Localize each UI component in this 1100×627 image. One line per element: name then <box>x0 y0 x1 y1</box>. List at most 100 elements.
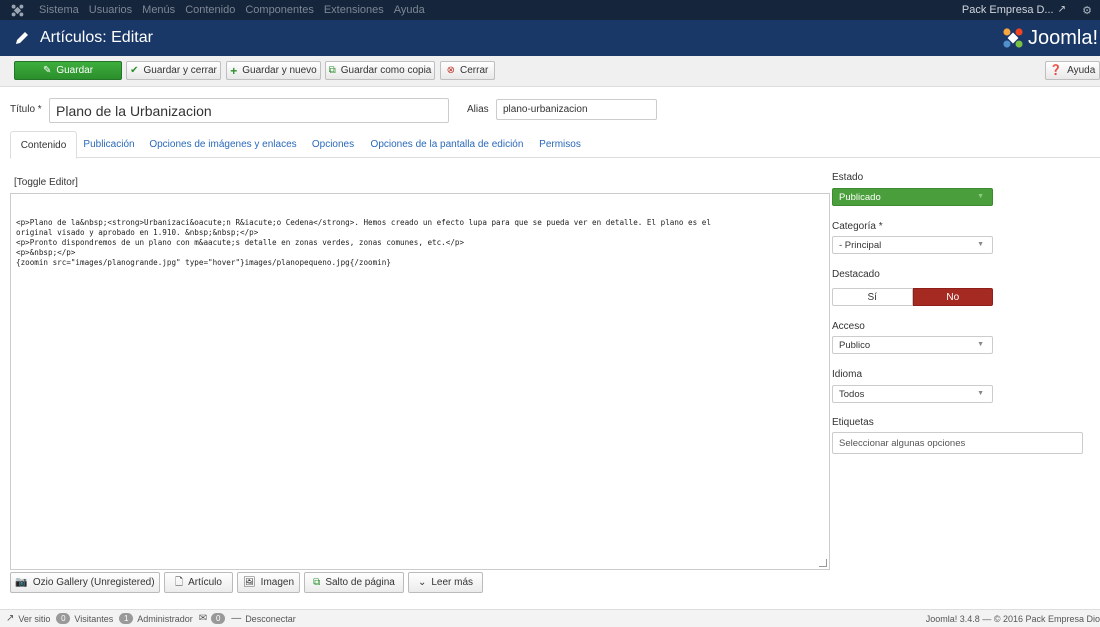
envelope-icon: ✉ <box>198 612 208 624</box>
logout-link[interactable]: — Desconectar <box>231 612 296 624</box>
site-name: Pack Empresa D... <box>961 4 1054 16</box>
view-site-label: Ver sitio <box>18 613 51 624</box>
cancel-icon: ⊗ <box>446 64 456 76</box>
chevron-down-icon: ▼ <box>977 341 984 348</box>
visitors-indicator: 0 Visitantes <box>56 613 113 624</box>
insert-image-button[interactable]: 🖼 Imagen <box>237 572 300 593</box>
image-label: Imagen <box>260 577 295 588</box>
tags-label: Etiquetas <box>832 417 874 428</box>
state-value: Publicado <box>839 191 881 203</box>
chevron-down-icon: ▼ <box>977 241 984 248</box>
resize-handle[interactable] <box>819 559 827 567</box>
page-break-button[interactable]: ⧉ Salto de página <box>304 572 404 593</box>
featured-no-button[interactable]: No <box>912 288 993 306</box>
status-bar: ↗ Ver sitio 0 Visitantes 1 Administrador… <box>0 609 1100 627</box>
tab-permisos[interactable]: Permisos <box>535 131 585 158</box>
save-close-button[interactable]: ✔ Guardar y cerrar <box>126 61 221 80</box>
messages-indicator[interactable]: ✉ 0 <box>198 612 226 624</box>
joomla-logo-icon[interactable] <box>0 0 34 20</box>
toggle-editor-link[interactable]: [Toggle Editor] <box>14 177 78 188</box>
tab-imagenes-enlaces[interactable]: Opciones de imágenes y enlaces <box>148 131 298 158</box>
ozio-gallery-button[interactable]: 📷 Ozio Gallery (Unregistered) <box>10 572 160 593</box>
joomla-brand-logo: Joomla! <box>1002 20 1100 56</box>
article-label: Artículo <box>188 577 222 588</box>
plus-icon: + <box>230 63 238 78</box>
tab-contenido[interactable]: Contenido <box>10 131 77 159</box>
camera-icon: 📷 <box>15 576 28 588</box>
save-new-label: Guardar y nuevo <box>242 65 317 76</box>
joomla-brand-icon <box>1003 28 1023 48</box>
admin-label: Administrador <box>137 613 193 624</box>
tab-publicacion[interactable]: Publicación <box>78 131 140 158</box>
check-icon: ✔ <box>130 64 139 76</box>
edit-icon: ✎ <box>42 64 52 76</box>
access-select[interactable]: Publico ▼ <box>832 336 993 354</box>
help-button[interactable]: ❓ Ayuda <box>1045 61 1100 80</box>
footer-copyright: Joomla! 3.4.8 — © 2016 Pack Empresa Dio <box>925 614 1100 624</box>
insert-article-button[interactable]: 🗋 Artículo <box>164 572 233 593</box>
copy-icon: ⧉ <box>313 576 321 588</box>
menu-sistema[interactable]: Sistema <box>34 0 84 20</box>
admin-menu-bar: Sistema Usuarios Menús Contenido Compone… <box>0 0 1100 20</box>
save-copy-button[interactable]: ⧉ Guardar como copia <box>325 61 435 80</box>
language-value: Todos <box>839 388 865 400</box>
menu-extensiones[interactable]: Extensiones <box>319 0 389 20</box>
main-menu: Sistema Usuarios Menús Contenido Compone… <box>34 0 430 20</box>
page-header: Artículos: Editar Joomla! <box>0 20 1100 56</box>
alias-input[interactable]: plano-urbanizacion <box>496 99 657 120</box>
tab-opciones[interactable]: Opciones <box>308 131 358 158</box>
close-label: Cerrar <box>460 65 489 76</box>
menu-ayuda[interactable]: Ayuda <box>389 0 430 20</box>
tags-input[interactable]: Seleccionar algunas opciones <box>832 432 1083 454</box>
save-button[interactable]: ✎ Guardar <box>14 61 122 80</box>
read-more-button[interactable]: ⌄ Leer más <box>408 572 483 593</box>
file-add-icon: 🗋 <box>175 576 184 588</box>
admin-indicator: 1 Administrador <box>119 613 193 624</box>
tags-placeholder: Seleccionar algunas opciones <box>839 437 966 449</box>
menu-usuarios[interactable]: Usuarios <box>84 0 137 20</box>
featured-label: Destacado <box>832 269 880 280</box>
topnav-right: Pack Empresa D... ↗ ⚙ <box>962 0 1100 20</box>
picture-icon: 🖼 <box>242 576 256 588</box>
category-value: - Principal <box>839 239 882 251</box>
admin-count-badge: 1 <box>119 613 134 624</box>
tab-pantalla-edicion[interactable]: Opciones de la pantalla de edición <box>369 131 525 158</box>
view-site-link[interactable]: ↗ Ver sitio <box>6 612 51 624</box>
pagebreak-label: Salto de página <box>325 577 395 588</box>
article-text-editor[interactable]: <p>Plano de la&nbsp;<strong>Urbanizaci&o… <box>10 193 830 570</box>
help-label: Ayuda <box>1067 65 1096 76</box>
question-icon: ❓ <box>1049 64 1063 76</box>
menu-componentes[interactable]: Componentes <box>240 0 319 20</box>
brand-text: Joomla! <box>1027 26 1098 49</box>
title-label: Título * <box>10 104 42 115</box>
menu-menus[interactable]: Menús <box>137 0 180 20</box>
messages-count-badge: 0 <box>211 613 226 624</box>
close-button[interactable]: ⊗ Cerrar <box>440 61 495 80</box>
title-input[interactable]: Plano de la Urbanizacion <box>49 98 449 123</box>
readmore-label: Leer más <box>431 577 474 588</box>
edit-tabs: Contenido Publicación Opciones de imágen… <box>10 131 1100 159</box>
toolbar: ✎ Guardar ✔ Guardar y cerrar + Guardar y… <box>0 56 1100 87</box>
save-copy-label: Guardar como copia <box>340 65 432 76</box>
save-new-button[interactable]: + Guardar y nuevo <box>226 61 321 80</box>
chevron-down-icon: ⌄ <box>417 576 427 588</box>
save-close-label: Guardar y cerrar <box>143 65 217 76</box>
external-link-icon: ↗ <box>1057 4 1066 15</box>
menu-contenido[interactable]: Contenido <box>180 0 240 20</box>
page-title: Artículos: Editar <box>40 29 153 46</box>
copy-icon: ⧉ <box>328 64 336 76</box>
external-link-icon: ↗ <box>6 612 15 624</box>
state-label: Estado <box>832 172 864 183</box>
site-link[interactable]: Pack Empresa D... ↗ <box>962 4 1074 16</box>
featured-toggle: Sí No <box>832 288 993 306</box>
gear-icon[interactable]: ⚙ <box>1074 4 1100 17</box>
category-select[interactable]: - Principal ▼ <box>832 236 993 254</box>
featured-yes-button[interactable]: Sí <box>832 288 913 306</box>
state-select[interactable]: Publicado ▼ <box>832 188 993 206</box>
minus-icon: — <box>231 612 242 624</box>
chevron-down-icon: ▼ <box>977 390 984 397</box>
language-select[interactable]: Todos ▼ <box>832 385 993 403</box>
language-label: Idioma <box>832 369 863 380</box>
chevron-down-icon: ▼ <box>977 193 984 200</box>
pencil-icon <box>14 30 34 46</box>
